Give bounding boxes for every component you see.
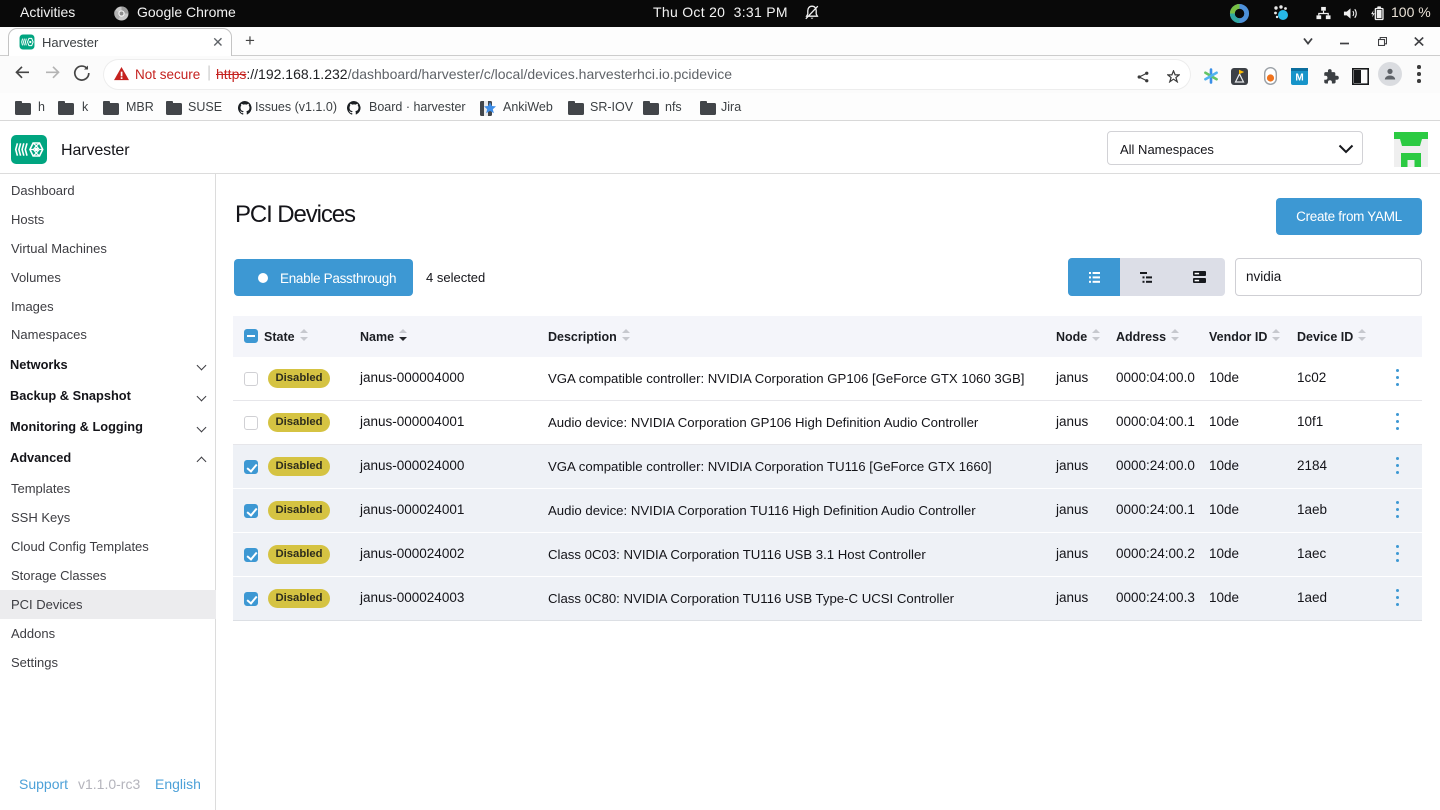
svg-text:M: M <box>1295 73 1303 84</box>
